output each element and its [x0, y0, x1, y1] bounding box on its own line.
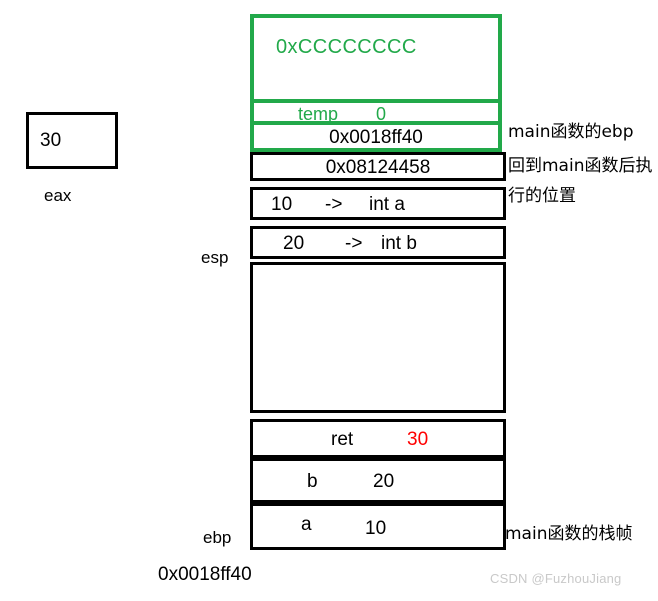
param-b-declaration: int b — [381, 233, 417, 254]
green-highlight-block: 0xCCCCCCCC temp 0 0x0018ff40 — [250, 14, 502, 152]
ebp-pointer-label: ebp — [203, 528, 232, 547]
uninitialized-memory-cell: 0xCCCCCCCC — [254, 18, 498, 99]
saved-ebp-value: 0x0018ff40 — [329, 127, 423, 148]
var-a-name: a — [301, 514, 312, 535]
param-a-arrow-icon: -> — [325, 194, 343, 215]
stack-row-return-address: 0x08124458 — [250, 152, 506, 181]
stack-row-param-a: 10 -> int a — [250, 187, 506, 220]
param-b-value: 20 — [283, 233, 305, 254]
esp-pointer-label: esp — [201, 248, 229, 267]
ret-slot-name: ret — [331, 429, 354, 450]
temp-variable-cell: temp 0 — [254, 99, 498, 125]
eax-value: 30 — [40, 130, 62, 151]
param-b-arrow-icon: -> — [345, 233, 363, 254]
stack-row-free-space — [250, 262, 506, 413]
base-address-label: 0x0018ff40 — [158, 564, 252, 585]
uninitialized-pattern-text: 0xCCCCCCCC — [276, 36, 417, 58]
annotation-main-stack-frame: main函数的栈帧 — [505, 524, 633, 544]
annotation-return-location-line2: 行的位置 — [508, 186, 576, 206]
var-b-value: 20 — [373, 471, 395, 492]
temp-variable-name: temp — [298, 104, 339, 124]
return-address-value: 0x08124458 — [325, 157, 431, 178]
stack-row-ret-slot: ret 30 — [250, 419, 506, 458]
var-b-name: b — [307, 471, 318, 492]
ret-slot-value: 30 — [407, 429, 429, 450]
watermark-text: CSDN @FuzhouJiang — [490, 571, 622, 586]
param-a-value: 10 — [271, 194, 293, 215]
saved-ebp-cell: 0x0018ff40 — [254, 125, 498, 148]
eax-register-box: 30 — [26, 112, 118, 169]
stack-row-var-a: a 10 — [250, 503, 506, 550]
var-a-value: 10 — [365, 518, 387, 539]
param-a-declaration: int a — [369, 194, 405, 215]
stack-row-var-b: b 20 — [250, 458, 506, 503]
eax-label: eax — [44, 186, 72, 205]
annotation-saved-ebp: main函数的ebp — [508, 122, 634, 142]
temp-variable-value: 0 — [376, 104, 387, 124]
stack-row-param-b: 20 -> int b — [250, 226, 506, 259]
annotation-return-location-line1: 回到main函数后执 — [508, 156, 653, 176]
